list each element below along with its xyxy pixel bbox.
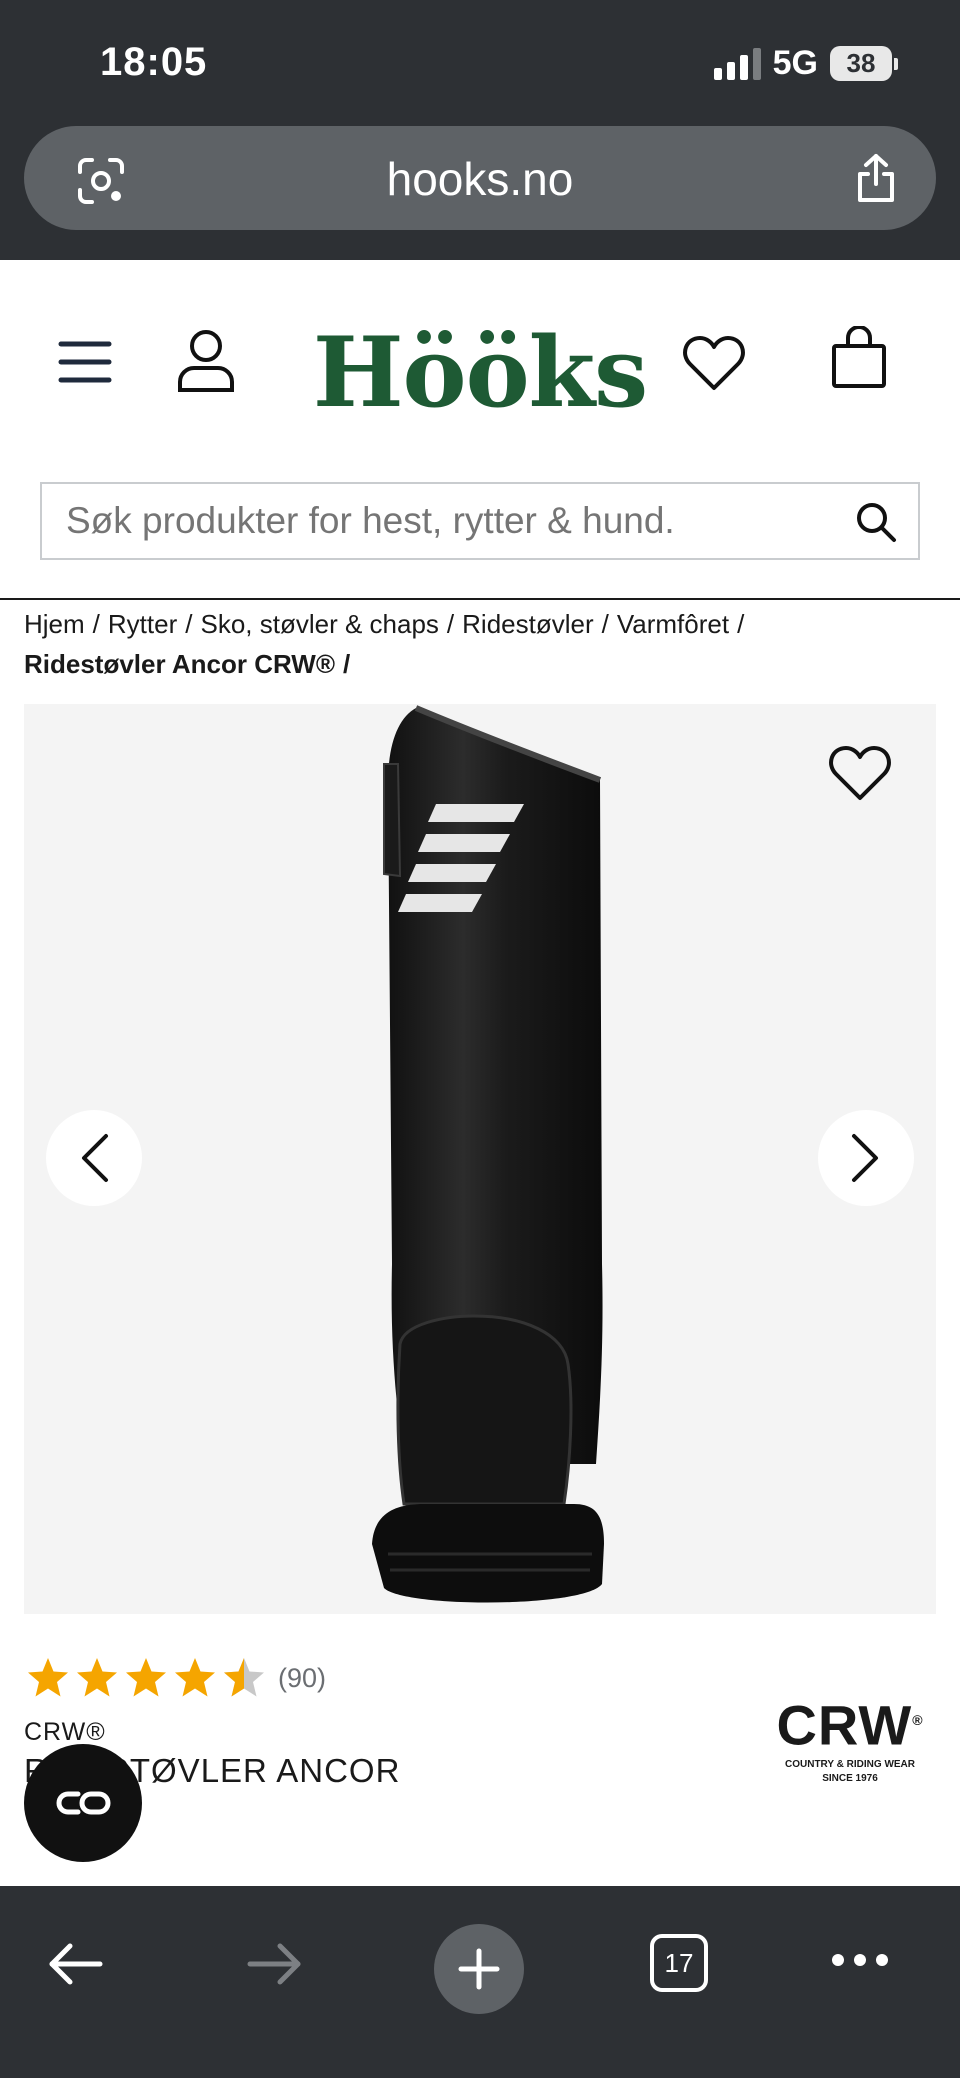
arrow-left-icon[interactable] [46,1942,104,1991]
breadcrumb-item-hjem[interactable]: Hjem [24,609,85,639]
chat-bubble-icon [56,1791,111,1815]
browser-top-bar: 18:05 5G 38 hooks.no [0,0,960,260]
plus-icon [458,1948,500,1990]
new-tab-button[interactable] [434,1924,524,2014]
site-header: Hööks [0,260,960,600]
breadcrumb-separator: / [185,609,193,639]
product-brand[interactable]: CRW® [24,1718,106,1747]
ellipsis-icon[interactable] [832,1954,888,1966]
breadcrumb: Hjem / Rytter / Sko, støvler & chaps / Ridestø… [24,604,944,684]
add-to-wishlist-heart-icon[interactable] [828,744,892,807]
address-bar[interactable]: hooks.no [24,126,936,230]
breadcrumb-separator: / [601,609,609,639]
share-icon[interactable] [852,152,900,209]
page: 18:05 5G 38 hooks.no Hööks Søk produkter… [0,0,960,2078]
breadcrumb-current: Ridestøvler Ancor CRW® [24,649,335,679]
battery-level: 38 [830,46,892,81]
breadcrumb-item-sko[interactable]: Sko, støvler & chaps [200,609,438,639]
browser-toolbar: 17 [0,1886,960,2078]
chevron-left-icon [82,1134,108,1182]
product-image [372,705,604,1603]
brand-logo-mark: ® [912,1712,924,1728]
chevron-right-icon [852,1134,878,1182]
breadcrumb-separator: / [446,609,455,639]
url-text[interactable]: hooks.no [24,152,936,206]
breadcrumb-separator: / [92,609,100,639]
site-logo[interactable]: Hööks [0,316,960,429]
breadcrumb-separator: / [737,609,745,639]
chat-button[interactable] [24,1744,142,1862]
status-time: 18:05 [100,40,208,84]
breadcrumb-separator: / [342,649,351,679]
brand-logo[interactable]: CRW® COUNTRY & RIDING WEAR SINCE 1976 [770,1692,930,1786]
brand-logo-since: SINCE 1976 [822,1772,878,1784]
arrow-right-icon[interactable] [246,1942,304,1991]
rating-count[interactable]: (90) [278,1663,326,1694]
brand-logo-text: CRW [776,1693,913,1757]
next-image-button[interactable] [818,1110,914,1206]
product-image-gallery[interactable] [24,704,936,1614]
previous-image-button[interactable] [46,1110,142,1206]
shopping-bag-icon[interactable] [830,325,888,395]
breadcrumb-item-ridestovler[interactable]: Ridestøvler [462,609,593,639]
tab-count-button[interactable]: 17 [650,1934,708,1992]
network-type: 5G [772,44,818,82]
status-indicators: 5G 38 [713,44,898,83]
signal-icon [713,47,761,80]
star-rating-icon [28,1658,264,1697]
search-input[interactable] [66,500,846,542]
header-divider [0,598,960,600]
brand-logo-tagline: COUNTRY & RIDING WEAR [785,1758,915,1770]
breadcrumb-item-varmforet[interactable]: Varmfôret [617,609,729,639]
breadcrumb-item-rytter[interactable]: Rytter [108,609,177,639]
product-rating[interactable]: (90) [26,1656,326,1700]
heart-icon[interactable] [682,334,746,397]
battery-icon: 38 [830,46,898,81]
search-icon[interactable] [854,500,898,549]
search-box[interactable] [40,482,920,560]
